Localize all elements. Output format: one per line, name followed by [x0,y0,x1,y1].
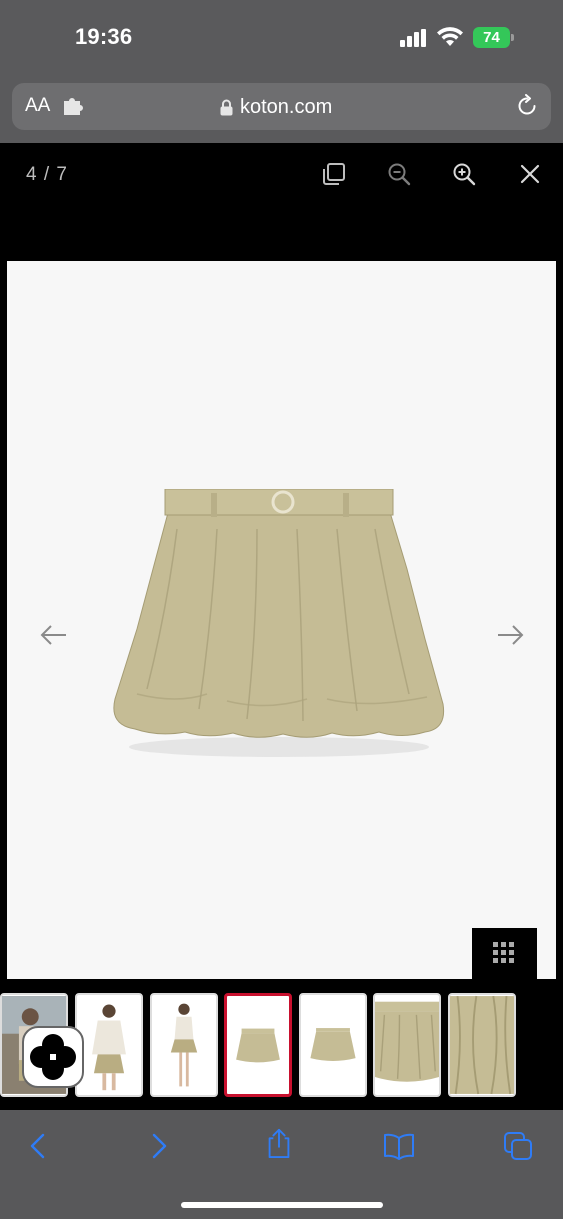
reader-button[interactable]: AA [25,95,50,117]
url-text: koton.com [240,95,333,118]
thumbnail-image [152,996,216,1094]
clover-icon [30,1034,76,1080]
bookmarks-icon[interactable] [383,1130,415,1162]
grid-view-button[interactable] [472,928,537,979]
zoom-out-icon[interactable] [386,161,412,187]
battery-level: 74 [473,27,510,48]
thumbnail-image [227,997,289,1093]
image-viewer: 4 / 7 [0,143,563,1110]
battery-tip [511,34,514,41]
share-icon[interactable] [263,1127,295,1159]
thumbnail-image [375,996,439,1094]
thumbnail-image [301,996,365,1094]
tabs-icon[interactable] [502,1130,534,1162]
arrow-left-icon[interactable] [39,624,69,646]
image-counter: 4 / 7 [26,164,68,185]
battery-icon: 74 [473,27,515,48]
puzzle-icon[interactable] [62,96,84,116]
signal-icon [400,29,426,47]
status-time: 19:36 [75,24,133,49]
thumbnail-2[interactable] [75,993,143,1097]
close-icon[interactable] [517,161,543,187]
home-indicator [181,1202,383,1208]
arrow-right-icon[interactable] [495,624,525,646]
thumbnail-5[interactable] [299,993,367,1097]
back-icon[interactable] [22,1130,54,1162]
thumbnail-strip [0,991,563,1101]
thumbnail-image [77,996,141,1094]
safari-top-bar: 19:36 74 AA koton.com [0,0,563,143]
reload-icon[interactable] [515,94,539,118]
address-bar[interactable]: AA koton.com [12,83,551,130]
wifi-icon [437,27,463,46]
chat-widget-button[interactable] [22,1026,84,1088]
thumbnail-image [450,995,514,1095]
thumbnail-7[interactable] [448,993,516,1097]
url-display[interactable]: koton.com [220,94,332,120]
thumbnail-6[interactable] [373,993,441,1097]
image-stage[interactable] [7,261,556,979]
zoom-in-icon[interactable] [451,161,477,187]
safari-bottom-toolbar [0,1110,563,1219]
fullscreen-icon[interactable] [321,161,347,187]
thumbnail-4-active[interactable] [224,993,292,1097]
forward-icon[interactable] [143,1130,175,1162]
product-image [113,489,445,757]
grid-icon [493,942,514,963]
lock-icon [220,99,233,115]
thumbnail-3[interactable] [150,993,218,1097]
